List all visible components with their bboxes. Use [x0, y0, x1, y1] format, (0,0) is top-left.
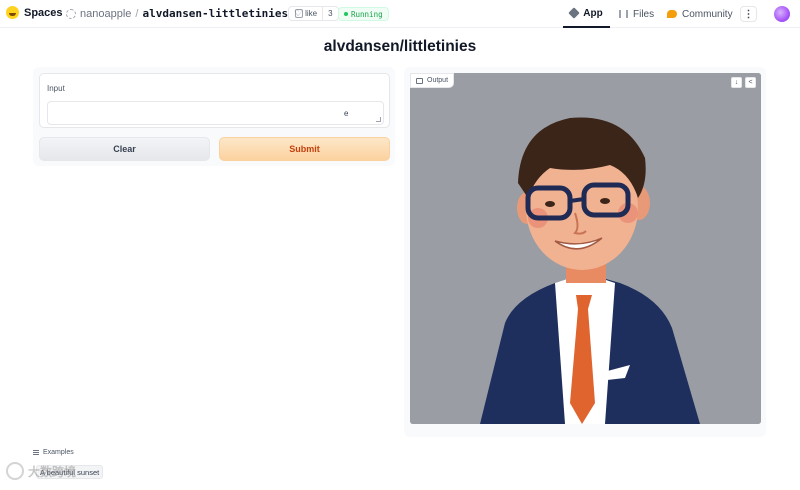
- page-title: alvdansen/littletinies: [323, 38, 477, 55]
- share-button[interactable]: <: [745, 77, 756, 88]
- tab-app-label: App: [583, 7, 603, 19]
- heart-icon: ♡: [294, 8, 303, 18]
- input-value: e: [344, 109, 349, 118]
- status-label: Running: [351, 9, 383, 19]
- huggingface-logo-icon: [6, 6, 19, 19]
- resize-handle-icon[interactable]: [376, 117, 381, 122]
- space-icon: [66, 8, 76, 19]
- status-badge: Running: [338, 7, 389, 21]
- watermark-logo-icon: [6, 462, 24, 480]
- like-button[interactable]: ♡ like 3: [288, 6, 339, 21]
- image-icon: [416, 77, 423, 84]
- list-icon: [33, 450, 39, 455]
- prompt-textarea[interactable]: e: [47, 101, 384, 125]
- tab-files-label: Files: [633, 8, 655, 20]
- files-icon: [619, 10, 628, 18]
- input-label: Input: [47, 84, 65, 93]
- repo-name-link[interactable]: alvdansen-littletinies: [142, 7, 288, 20]
- output-label: Output: [427, 77, 449, 84]
- breadcrumb-separator: /: [135, 7, 139, 20]
- community-icon: [667, 10, 677, 18]
- clear-button[interactable]: Clear: [39, 137, 210, 161]
- generated-portrait-illustration: [410, 73, 761, 424]
- examples-header: Examples: [33, 449, 74, 456]
- download-button[interactable]: ↓: [731, 77, 742, 88]
- input-block: Input e: [39, 73, 390, 128]
- more-options-icon: ⋮: [743, 8, 754, 20]
- app-icon: [568, 7, 580, 19]
- repo-breadcrumb: nanoapple / alvdansen-littletinies: [66, 7, 304, 20]
- examples-label: Examples: [43, 449, 74, 456]
- output-image: [410, 73, 761, 424]
- input-panel: Input e Clear Submit: [33, 67, 395, 166]
- watermark: 大数跨境: [6, 462, 76, 480]
- repo-owner-link[interactable]: nanoapple: [80, 8, 131, 20]
- like-label: like: [305, 9, 318, 18]
- tab-app[interactable]: App: [563, 0, 610, 28]
- avatar[interactable]: [774, 6, 790, 22]
- more-options-button[interactable]: ⋮: [740, 6, 757, 22]
- status-dot-icon: [344, 12, 348, 16]
- top-navigation-bar: Spaces nanoapple / alvdansen-littletinie…: [0, 0, 800, 28]
- download-icon: ↓: [734, 79, 739, 86]
- share-icon: <: [748, 79, 753, 86]
- tab-files[interactable]: Files: [619, 0, 654, 28]
- output-panel: Output ↓ <: [404, 67, 766, 437]
- image-actions: ↓ <: [731, 77, 756, 88]
- submit-button[interactable]: Submit: [219, 137, 390, 161]
- brand-label: Spaces: [24, 6, 63, 19]
- like-count: 3: [322, 7, 337, 20]
- tab-community[interactable]: Community: [667, 0, 733, 28]
- watermark-text: 大数跨境: [28, 464, 77, 479]
- tab-community-label: Community: [682, 8, 733, 20]
- spaces-brand-link[interactable]: Spaces: [6, 6, 63, 19]
- output-label-badge: Output: [410, 73, 455, 88]
